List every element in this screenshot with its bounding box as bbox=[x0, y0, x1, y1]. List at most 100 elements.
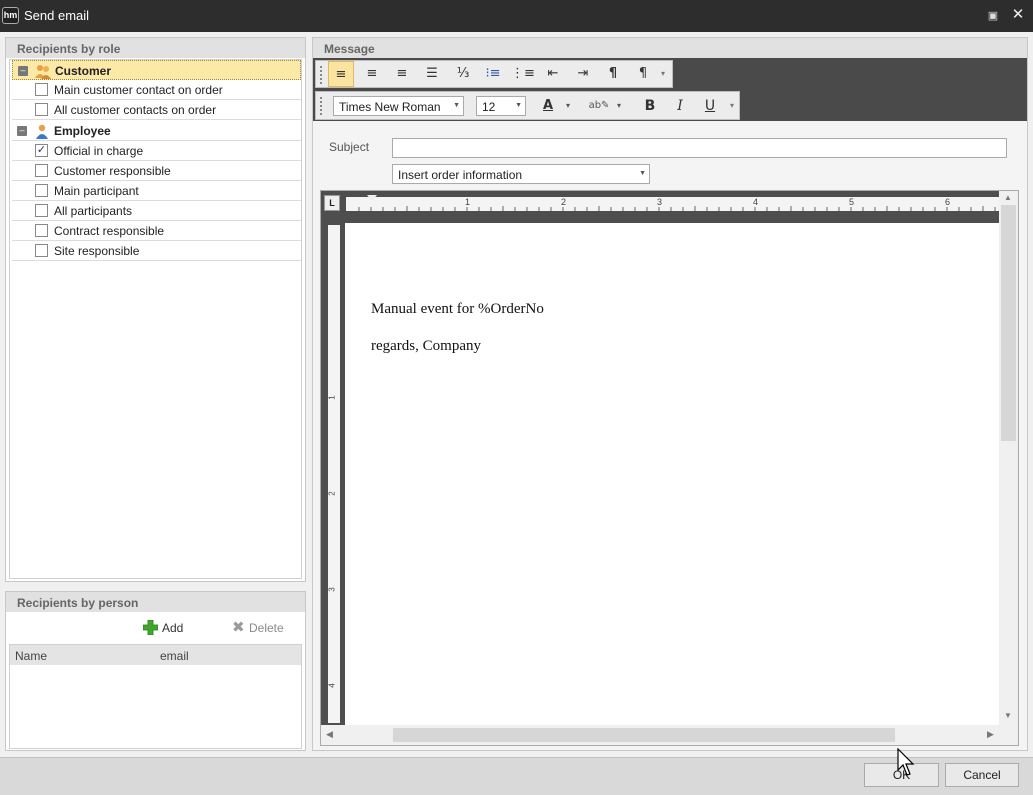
tree-item-label: All customer contacts on order bbox=[54, 103, 217, 117]
customer-group-icon bbox=[35, 65, 51, 79]
italic-button[interactable]: I bbox=[667, 93, 693, 119]
tree-item-label: Site responsible bbox=[54, 244, 140, 258]
ruler-number: 2 bbox=[327, 491, 337, 496]
bullet-list-icon[interactable]: ⁝≡ bbox=[480, 61, 506, 87]
align-right-icon[interactable]: ≡ bbox=[389, 61, 415, 87]
horizontal-scrollbar[interactable]: ◀ ▶ bbox=[321, 725, 1018, 745]
decrease-indent-icon[interactable]: ⇤ bbox=[540, 61, 566, 87]
indent-marker-icon[interactable] bbox=[367, 195, 377, 211]
delete-x-icon: ✖ bbox=[232, 618, 245, 636]
scroll-down-icon[interactable]: ▼ bbox=[1004, 711, 1012, 720]
paragraph-settings-icon[interactable]: ¶ bbox=[630, 61, 656, 87]
collapse-icon[interactable]: – bbox=[18, 66, 28, 76]
ruler-number: 4 bbox=[327, 683, 337, 688]
title-bar: hm Send email ▣ ✕ bbox=[0, 0, 1033, 32]
maximize-icon[interactable]: ▣ bbox=[986, 9, 1000, 23]
font-size-select[interactable]: 12 ▼ bbox=[476, 96, 526, 116]
document-page[interactable]: Manual event for %OrderNo regards, Compa… bbox=[347, 223, 999, 725]
vertical-ruler-scale: 1 2 3 4 bbox=[328, 225, 340, 723]
checkbox[interactable] bbox=[35, 204, 48, 217]
tree-item-label: Main participant bbox=[54, 184, 139, 198]
underline-button[interactable]: U bbox=[697, 93, 723, 119]
multilevel-list-icon[interactable]: ⋮≡ bbox=[510, 61, 536, 87]
ruler-scale: 1 2 3 4 5 6 bbox=[346, 197, 999, 211]
numbered-list-icon[interactable]: ⅓ bbox=[450, 61, 476, 87]
ruler-number: 1 bbox=[465, 197, 471, 207]
body-line: regards, Company bbox=[371, 338, 481, 354]
tree-item[interactable]: Site responsible bbox=[12, 241, 301, 261]
tree-item-label: All participants bbox=[54, 204, 133, 218]
font-size-value: 12 bbox=[482, 100, 496, 114]
ruler-number: 6 bbox=[945, 197, 951, 207]
delete-button[interactable]: ✖ Delete bbox=[232, 618, 292, 638]
tree-item[interactable]: Main participant bbox=[12, 181, 301, 201]
subject-input[interactable] bbox=[392, 138, 1007, 158]
tree-item[interactable]: Main customer contact on order bbox=[12, 80, 301, 100]
tree-item[interactable]: ✓ Official in charge bbox=[12, 141, 301, 161]
add-label: Add bbox=[162, 621, 184, 635]
highlight-color-icon[interactable]: ab✎ bbox=[586, 93, 612, 119]
checkbox[interactable] bbox=[35, 164, 48, 177]
ruler-number: 5 bbox=[849, 197, 855, 207]
scroll-right-icon[interactable]: ▶ bbox=[987, 729, 994, 740]
body-line: Manual event for %OrderNo bbox=[371, 301, 544, 317]
tree-group-label: Customer bbox=[55, 64, 112, 78]
checkbox[interactable] bbox=[35, 103, 48, 116]
highlight-dropdown-icon[interactable]: ▾ bbox=[613, 93, 625, 119]
message-panel: Message ≡ ≡ ≡ ☰ ⅓ ⁝≡ ⋮≡ ⇤ ⇥ ¶ ¶ ▾ Times … bbox=[312, 37, 1028, 751]
checkbox[interactable] bbox=[35, 184, 48, 197]
checkbox[interactable] bbox=[35, 224, 48, 237]
mouse-cursor-icon bbox=[897, 748, 915, 776]
checkbox-checked[interactable]: ✓ bbox=[35, 144, 48, 157]
tab-stop-selector[interactable]: L bbox=[324, 195, 340, 211]
toolbar-grip[interactable] bbox=[320, 97, 323, 115]
toolbar-grip[interactable] bbox=[320, 66, 323, 84]
ruler-number: 3 bbox=[657, 197, 663, 207]
checkbox[interactable] bbox=[35, 83, 48, 96]
column-header-email[interactable]: email bbox=[160, 649, 189, 663]
message-header: Message bbox=[313, 38, 1027, 58]
tree-item[interactable]: Customer responsible bbox=[12, 161, 301, 181]
tree-item[interactable]: All participants bbox=[12, 201, 301, 221]
show-formatting-icon[interactable]: ¶ bbox=[600, 61, 626, 87]
font-color-icon[interactable]: A bbox=[535, 93, 561, 119]
close-icon[interactable]: ✕ bbox=[1010, 6, 1026, 24]
tree-group-customer[interactable]: – Customer bbox=[12, 60, 301, 80]
chevron-down-icon: ▼ bbox=[515, 102, 522, 109]
add-button[interactable]: Add bbox=[143, 620, 191, 638]
bold-button[interactable]: B bbox=[637, 93, 663, 119]
app-logo-icon: hm bbox=[2, 7, 19, 24]
chevron-down-icon: ▼ bbox=[453, 102, 460, 109]
horizontal-scroll-thumb[interactable] bbox=[393, 728, 895, 742]
checkbox[interactable] bbox=[35, 244, 48, 257]
recipients-by-role-header: Recipients by role bbox=[6, 38, 305, 58]
toolbar-overflow-icon[interactable]: ▾ bbox=[656, 61, 670, 87]
align-center-icon[interactable]: ≡ bbox=[359, 61, 385, 87]
tree-item[interactable]: All customer contacts on order bbox=[12, 100, 301, 120]
recipients-by-person-panel: Recipients by person Add ✖ Delete Name e… bbox=[5, 591, 306, 751]
rich-text-editor: L 1 2 3 4 5 6 1 2 3 4 Manual event for %… bbox=[320, 190, 1019, 746]
justify-icon[interactable]: ☰ bbox=[419, 61, 445, 87]
scroll-left-icon[interactable]: ◀ bbox=[326, 729, 333, 740]
tree-item[interactable]: Contract responsible bbox=[12, 221, 301, 241]
vertical-scrollbar[interactable]: ▲ ▼ bbox=[999, 191, 1018, 725]
insert-order-information-select[interactable]: Insert order information ▼ bbox=[392, 164, 650, 184]
font-name-value: Times New Roman bbox=[339, 100, 441, 114]
recipients-by-role-panel: Recipients by role – Customer Main custo… bbox=[5, 37, 306, 582]
cancel-button[interactable]: Cancel bbox=[945, 763, 1019, 787]
tree-group-employee[interactable]: – Employee bbox=[12, 121, 301, 141]
column-header-name[interactable]: Name bbox=[15, 649, 47, 663]
font-color-dropdown-icon[interactable]: ▾ bbox=[562, 93, 574, 119]
toolbar-overflow-icon[interactable]: ▾ bbox=[726, 93, 738, 119]
scroll-up-icon[interactable]: ▲ bbox=[1004, 193, 1012, 202]
font-name-select[interactable]: Times New Roman ▼ bbox=[333, 96, 464, 116]
role-tree: – Customer Main customer contact on orde… bbox=[9, 59, 302, 579]
increase-indent-icon[interactable]: ⇥ bbox=[570, 61, 596, 87]
vertical-scroll-thumb[interactable] bbox=[1001, 205, 1016, 441]
grid-header: Name email bbox=[10, 645, 301, 665]
collapse-icon[interactable]: – bbox=[17, 126, 27, 136]
window-title: Send email bbox=[24, 8, 90, 23]
paragraph-toolbar: ≡ ≡ ≡ ☰ ⅓ ⁝≡ ⋮≡ ⇤ ⇥ ¶ ¶ ▾ bbox=[315, 60, 673, 88]
horizontal-ruler: L 1 2 3 4 5 6 bbox=[321, 191, 999, 223]
align-left-icon[interactable]: ≡ bbox=[328, 61, 354, 87]
